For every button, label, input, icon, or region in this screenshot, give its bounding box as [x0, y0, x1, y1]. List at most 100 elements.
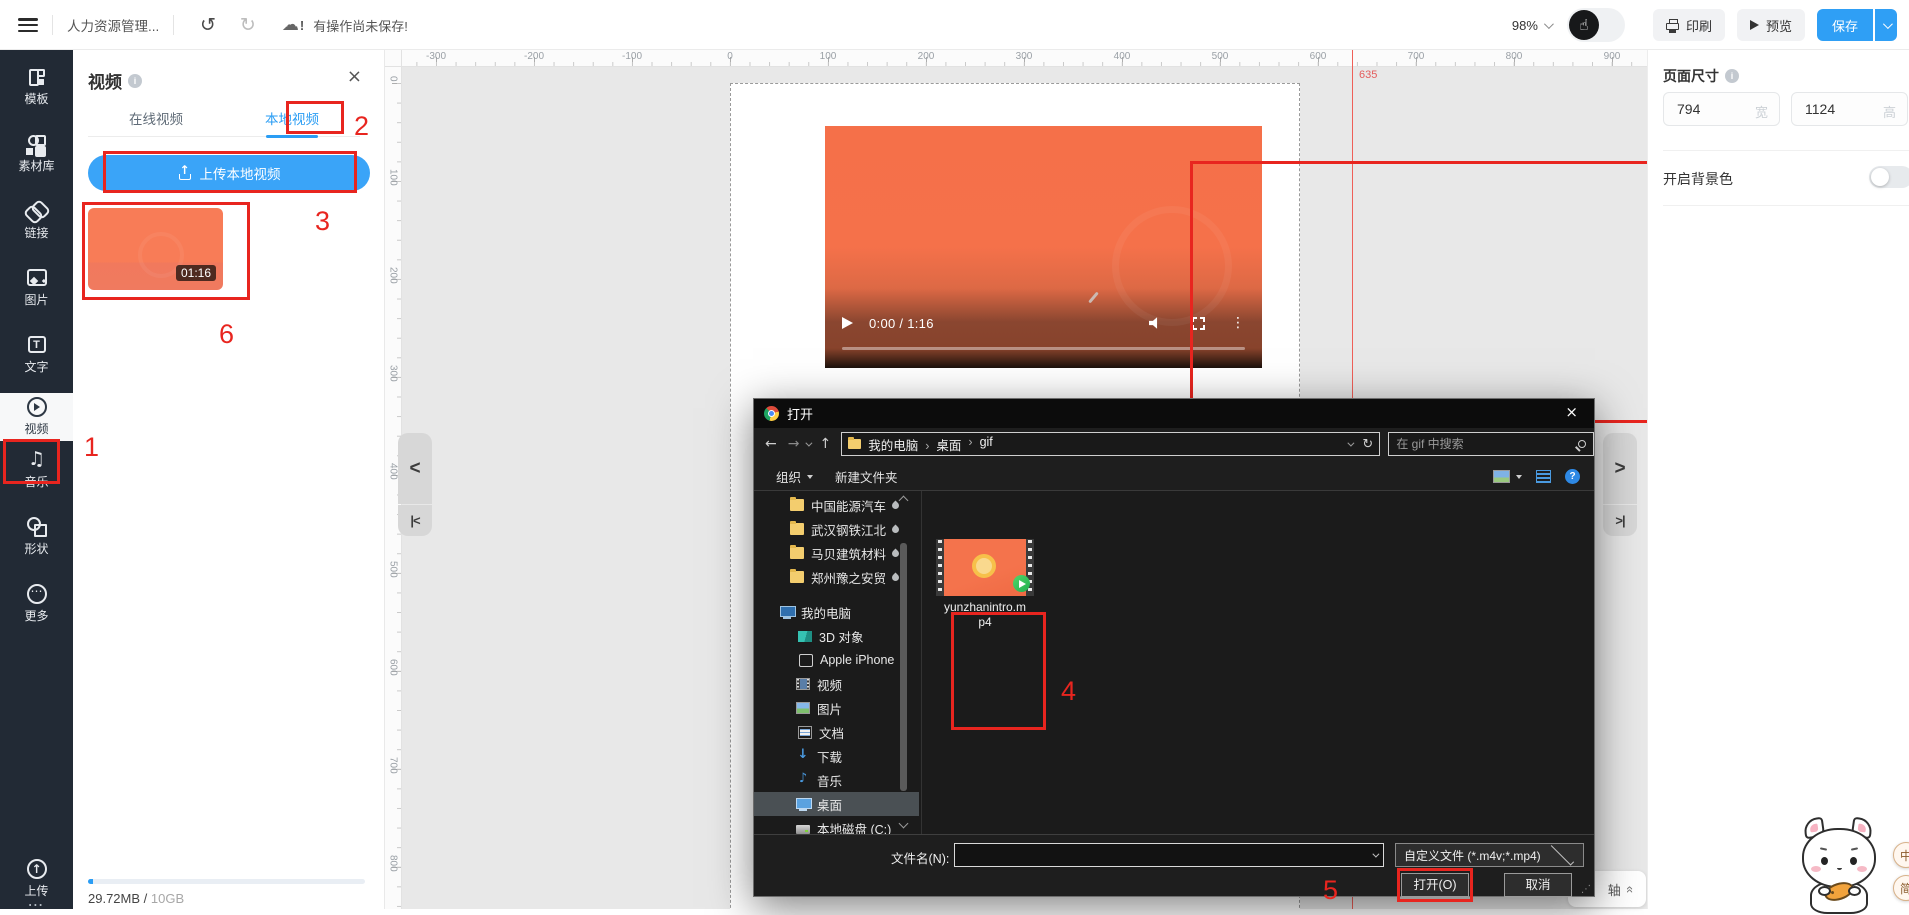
filename-input[interactable]: [961, 848, 1366, 862]
back-icon[interactable]: ←: [765, 436, 777, 452]
refresh-icon[interactable]: ↻: [1362, 437, 1373, 452]
step-number-4: 4: [1061, 678, 1076, 705]
last-page-button[interactable]: >|: [1603, 505, 1637, 536]
background-color-toggle[interactable]: [1869, 166, 1909, 188]
search-input[interactable]: [1396, 437, 1578, 451]
step-box-3: [103, 151, 357, 193]
tree-item-3d-objects[interactable]: 3D 对象: [754, 624, 919, 648]
next-page-button[interactable]: >: [1603, 433, 1637, 504]
panel-title-text: 视频: [88, 68, 122, 93]
page-height-input[interactable]: [1792, 93, 1862, 125]
new-folder-button[interactable]: 新建文件夹: [835, 467, 898, 486]
ruler-label: 700: [1367, 50, 1465, 63]
recent-locations-icon[interactable]: [806, 439, 813, 446]
width-suffix: 宽: [1755, 102, 1768, 121]
ruler-label: 500: [385, 520, 401, 618]
breadcrumb-item[interactable]: gif: [961, 435, 992, 454]
storage-progress-fill: [88, 879, 93, 884]
printer-icon: [1666, 23, 1679, 30]
print-button[interactable]: 印刷: [1653, 9, 1725, 41]
video-progress-bar[interactable]: [842, 347, 1245, 350]
document-title[interactable]: 人力资源管理...: [67, 15, 159, 35]
tree-item-company-2[interactable]: 武汉钢铁江北: [754, 517, 919, 541]
close-icon[interactable]: ×: [347, 66, 362, 87]
tree-item-company-1[interactable]: 中国能源汽车: [754, 493, 919, 517]
account-pill[interactable]: ☝: [1567, 8, 1625, 42]
thumbnail-view-icon[interactable]: [1493, 470, 1510, 483]
close-icon[interactable]: ×: [1565, 403, 1578, 421]
organize-button[interactable]: 组织: [776, 467, 813, 486]
sidebar-overflow-dots[interactable]: ⋯: [0, 895, 73, 915]
redo-icon[interactable]: ↻: [240, 14, 256, 36]
tree-item-pictures[interactable]: 图片: [754, 696, 919, 720]
cancel-button[interactable]: 取消: [1504, 873, 1572, 897]
disk-icon: [796, 825, 810, 834]
address-dropdown-icon[interactable]: [1348, 439, 1355, 446]
sidebar-item-assets[interactable]: 素材库: [0, 125, 73, 183]
forward-icon[interactable]: →: [788, 436, 800, 452]
tree-item-local-disk-c[interactable]: 本地磁盘 (C:): [754, 816, 919, 834]
tree-item-videos[interactable]: 视频: [754, 672, 919, 696]
sidebar-item-text[interactable]: 文字: [0, 326, 73, 384]
filetype-select[interactable]: 自定义文件 (*.m4v;*.mp4): [1395, 843, 1584, 867]
tree-item-documents[interactable]: 文档: [754, 720, 919, 744]
dialog-command-bar: 组织 新建文件夹 ?: [754, 463, 1594, 491]
preview-button[interactable]: 预览: [1737, 9, 1805, 41]
breadcrumb[interactable]: 我的电脑桌面gif ↻: [841, 432, 1380, 456]
step-box-6: [82, 202, 250, 300]
sidebar-item-template[interactable]: 模板: [0, 58, 73, 116]
breadcrumb-item[interactable]: 桌面: [918, 435, 961, 454]
folder-icon: [790, 499, 804, 511]
step-number-6: 6: [219, 321, 234, 348]
mascot-cat[interactable]: [1788, 820, 1906, 909]
sidebar-item-image[interactable]: 图片: [0, 259, 73, 317]
cube-icon: [798, 631, 812, 642]
menu-icon[interactable]: [18, 18, 38, 32]
floating-badge[interactable]: 中: [1893, 842, 1909, 868]
step-box-5: [1397, 868, 1473, 902]
tree-item-apple-iphone[interactable]: Apple iPhone: [754, 648, 919, 672]
view-options-chevron[interactable]: [1516, 475, 1522, 482]
prev-page-button[interactable]: <: [398, 433, 432, 504]
tree-item-desktop[interactable]: 桌面: [754, 792, 919, 816]
save-button[interactable]: 保存: [1817, 9, 1873, 41]
zoom-control[interactable]: 98%: [1512, 18, 1551, 33]
up-icon[interactable]: ↑: [819, 436, 831, 452]
sidebar-item-link[interactable]: 链接: [0, 192, 73, 250]
video-play-icon[interactable]: [842, 317, 853, 329]
tree-item-music[interactable]: 音乐: [754, 768, 919, 792]
breadcrumb-item[interactable]: 我的电脑: [868, 435, 918, 454]
text-icon: [26, 335, 48, 355]
tree-item-downloads[interactable]: 下载: [754, 744, 919, 768]
page-width-input[interactable]: [1664, 93, 1734, 125]
dialog-title-bar[interactable]: 打开 ×: [754, 399, 1594, 428]
tree-item-company-3[interactable]: 马贝建筑材料: [754, 541, 919, 565]
help-icon[interactable]: ?: [1565, 469, 1580, 484]
undo-icon[interactable]: ↺: [200, 14, 216, 36]
scroll-down-icon[interactable]: [898, 820, 910, 832]
cat-paw: [1848, 886, 1861, 896]
volume-icon[interactable]: [1149, 317, 1162, 329]
tab-online-video[interactable]: 在线视频: [88, 108, 224, 136]
filename-dropdown-icon[interactable]: [1372, 850, 1379, 857]
save-dropdown-button[interactable]: [1875, 9, 1897, 41]
scroll-up-icon[interactable]: [898, 493, 910, 505]
step-box-7: [1190, 161, 1647, 423]
tree-scrollbar[interactable]: [900, 543, 907, 791]
film-icon: [796, 678, 810, 690]
background-color-toggle-label: 开启背景色: [1663, 169, 1733, 189]
tree-item-company-4[interactable]: 郑州豫之安贸: [754, 565, 919, 589]
first-page-button[interactable]: |<: [398, 505, 432, 536]
details-view-icon[interactable]: [1536, 470, 1551, 483]
sidebar-item-more[interactable]: 更多: [0, 575, 73, 633]
sidebar-item-shape[interactable]: 形状: [0, 508, 73, 566]
floating-badge[interactable]: 简: [1893, 875, 1909, 901]
tree-item-label: 音乐: [817, 771, 842, 790]
ruler-label: 400: [1073, 50, 1171, 63]
sidebar-item-video[interactable]: 视频: [0, 393, 73, 441]
info-icon[interactable]: [128, 74, 142, 88]
info-icon[interactable]: [1725, 69, 1739, 83]
tree-item-my-computer[interactable]: 我的电脑: [754, 600, 919, 624]
resize-grip[interactable]: ⋰: [1581, 884, 1591, 895]
video-icon: [26, 397, 48, 417]
